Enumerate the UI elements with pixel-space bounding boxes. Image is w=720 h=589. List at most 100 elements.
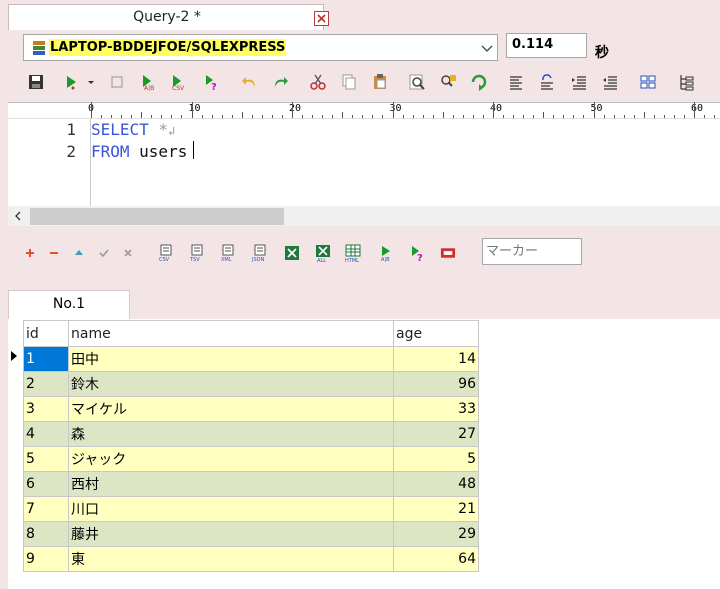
column-header-id[interactable]: id (23, 320, 69, 347)
grid-cell-id[interactable]: 4 (23, 421, 69, 447)
explain-icon[interactable]: ? (410, 244, 426, 262)
column-header-age[interactable]: age (393, 320, 479, 347)
outdent-icon[interactable] (601, 73, 619, 91)
horizontal-scrollbar[interactable] (8, 206, 720, 226)
grid-cell-name[interactable]: 藤井 (68, 521, 394, 547)
connection-select[interactable]: LAPTOP-BDDEJFOE/SQLEXPRESS (23, 34, 498, 61)
tree-icon[interactable] (677, 73, 695, 91)
cancel-icon[interactable] (120, 244, 136, 262)
table-row[interactable]: 3 マイケル 33 (23, 396, 479, 422)
export-ab-icon[interactable]: A|B (140, 73, 158, 91)
cut-icon[interactable] (309, 73, 327, 91)
grid-cell-id[interactable]: 1 (23, 346, 69, 372)
find-icon[interactable] (408, 73, 426, 91)
grid-cell-id[interactable]: 9 (23, 546, 69, 572)
grid-cell-id[interactable]: 6 (23, 471, 69, 497)
grid-cell-name[interactable]: マイケル (68, 396, 394, 422)
ruler-tick (462, 115, 464, 118)
result-grid[interactable]: id name age 1 田中 14 2 鈴木 96 3 マイケル 33 4 森 27 5 ジャック 5 6 西村… (23, 320, 479, 572)
ruler-tick (312, 115, 314, 118)
grid-cell-age[interactable]: 96 (393, 371, 479, 397)
grid-cell-age[interactable]: 33 (393, 396, 479, 422)
grid-cell-name[interactable]: 東 (68, 546, 394, 572)
add-row-icon[interactable] (22, 244, 38, 262)
export-csv-icon[interactable]: CSV (170, 73, 188, 91)
grid-cell-age[interactable]: 21 (393, 496, 479, 522)
commit-icon[interactable] (96, 244, 112, 262)
indent-icon[interactable] (570, 73, 588, 91)
export-excel-icon[interactable] (284, 244, 300, 262)
grid-cell-name[interactable]: 西村 (68, 471, 394, 497)
grid-cell-id[interactable]: 7 (23, 496, 69, 522)
grid-cell-age[interactable]: 27 (393, 421, 479, 447)
table-row[interactable]: 7 川口 21 (23, 496, 479, 522)
ruler-tick (171, 115, 173, 118)
code-line[interactable]: FROM users (91, 142, 187, 161)
grid-cell-age[interactable]: 64 (393, 546, 479, 572)
grid-cell-name[interactable]: ジャック (68, 446, 394, 472)
grid-cell-id[interactable]: 2 (23, 371, 69, 397)
stop-icon[interactable] (108, 73, 126, 91)
grid-cell-name[interactable]: 川口 (68, 496, 394, 522)
table-row[interactable]: 1 田中 14 (23, 346, 479, 372)
grid-cell-id[interactable]: 3 (23, 396, 69, 422)
run-dropdown-icon[interactable] (82, 73, 94, 91)
export-tsv-icon[interactable]: TSV (189, 244, 205, 262)
redo-icon[interactable] (271, 73, 289, 91)
export-html-icon[interactable]: HTML (345, 244, 361, 262)
refresh-icon[interactable] (470, 73, 488, 91)
query-tab[interactable]: Query-2 * (8, 4, 329, 30)
table-row[interactable]: 8 藤井 29 (23, 521, 479, 547)
compare-icon[interactable] (639, 73, 657, 91)
ruler-tick (101, 115, 103, 118)
grid-cell-id[interactable]: 8 (23, 521, 69, 547)
ruler-tick (633, 115, 635, 118)
scroll-left-icon[interactable] (8, 206, 28, 226)
close-icon[interactable] (314, 11, 329, 26)
table-row[interactable]: 5 ジャック 5 (23, 446, 479, 472)
table-row[interactable]: 2 鈴木 96 (23, 371, 479, 397)
grid-cell-age[interactable]: 5 (393, 446, 479, 472)
copy-icon[interactable] (340, 73, 358, 91)
line-number: 1 (66, 120, 76, 139)
table-row[interactable]: 9 東 64 (23, 546, 479, 572)
align-left-icon[interactable] (507, 73, 525, 91)
column-header-name[interactable]: name (68, 320, 394, 347)
export-ab-icon[interactable]: A|B (379, 244, 395, 262)
code-line[interactable]: SELECT *↲ (91, 120, 175, 139)
table-row[interactable]: 6 西村 48 (23, 471, 479, 497)
export-csv-icon[interactable]: CSV (158, 244, 174, 262)
run-icon[interactable] (63, 73, 81, 91)
chevron-down-icon[interactable] (479, 39, 495, 57)
grid-cell-age[interactable]: 14 (393, 346, 479, 372)
export-json-icon[interactable]: JSON (252, 244, 268, 262)
table-row[interactable]: 4 森 27 (23, 421, 479, 447)
format-icon[interactable] (538, 73, 556, 91)
result-tab[interactable]: No.1 (8, 290, 130, 319)
scrollbar-thumb[interactable] (30, 208, 284, 225)
grid-cell-name[interactable]: 田中 (68, 346, 394, 372)
ruler-tick (412, 115, 414, 118)
ruler-tick (352, 115, 354, 118)
paste-icon[interactable] (371, 73, 389, 91)
export-xml-icon[interactable]: XML (220, 244, 236, 262)
replace-icon[interactable] (439, 73, 457, 91)
grid-cell-name[interactable]: 鈴木 (68, 371, 394, 397)
export-excel-all-icon[interactable]: ALL (315, 244, 331, 262)
record-icon[interactable] (440, 244, 457, 262)
ruler-number: 50 (590, 103, 603, 114)
undo-icon[interactable] (241, 73, 259, 91)
grid-cell-id[interactable]: 5 (23, 446, 69, 472)
grid-cell-name[interactable]: 森 (68, 421, 394, 447)
ruler-tick (151, 115, 153, 118)
save-icon[interactable] (27, 73, 45, 91)
svg-text:A|B: A|B (144, 85, 154, 91)
grid-cell-age[interactable]: 29 (393, 521, 479, 547)
explain-icon[interactable]: ? (203, 73, 221, 91)
svg-text:?: ? (211, 82, 217, 91)
sql-editor[interactable]: 1 2 SELECT *↲ FROM users (8, 119, 720, 206)
move-up-icon[interactable] (71, 244, 87, 262)
grid-cell-age[interactable]: 48 (393, 471, 479, 497)
marker-input[interactable] (482, 238, 582, 265)
delete-row-icon[interactable] (46, 244, 62, 262)
